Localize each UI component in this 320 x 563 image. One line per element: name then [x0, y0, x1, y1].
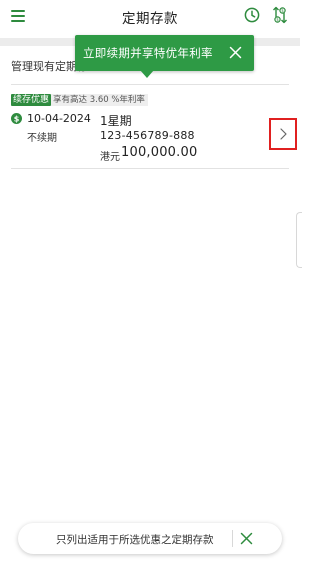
app-header: 定期存款 $ $	[0, 0, 300, 34]
filter-notice-pill: 只列出适用于所选优惠之定期存款	[18, 523, 282, 554]
currency-label: 港元	[100, 152, 120, 163]
page-title: 定期存款	[122, 11, 178, 27]
renewal-tooltip: 立即续期并享特优年利率	[75, 35, 254, 71]
svg-text:$: $	[281, 8, 284, 13]
close-icon[interactable]	[240, 532, 253, 545]
deposit-term: 1星期	[100, 114, 132, 128]
currency-exchange-icon[interactable]: $ $	[272, 6, 288, 24]
section-divider	[11, 84, 289, 85]
renewal-offer-badge: 续存优惠	[11, 94, 52, 106]
account-number: 123-456789-888	[100, 129, 195, 142]
deposit-amount: 100,000.00	[121, 145, 198, 160]
offer-badge-row: 续存优惠 享有高达 3.60 %年利率	[11, 94, 148, 106]
clock-icon[interactable]	[244, 7, 260, 23]
rate-tag: 享有高达 3.60 %年利率	[51, 94, 148, 106]
tooltip-arrow	[140, 70, 154, 78]
pill-separator	[232, 530, 233, 547]
svg-text:$: $	[14, 114, 20, 123]
chevron-right-icon	[279, 128, 287, 140]
deposit-detail-button[interactable]	[269, 118, 297, 150]
close-icon[interactable]	[229, 46, 242, 59]
dollar-circle-icon: $	[11, 113, 22, 124]
side-scroll-handle[interactable]	[296, 212, 302, 268]
renew-status: 不续期	[27, 133, 57, 144]
hamburger-menu-icon[interactable]	[11, 9, 25, 22]
maturity-date: 10-04-2024	[27, 112, 91, 125]
tooltip-text: 立即续期并享特优年利率	[83, 46, 213, 60]
filter-notice-text: 只列出适用于所选优惠之定期存款	[56, 534, 214, 546]
svg-text:$: $	[276, 17, 279, 22]
card-divider	[11, 168, 289, 169]
